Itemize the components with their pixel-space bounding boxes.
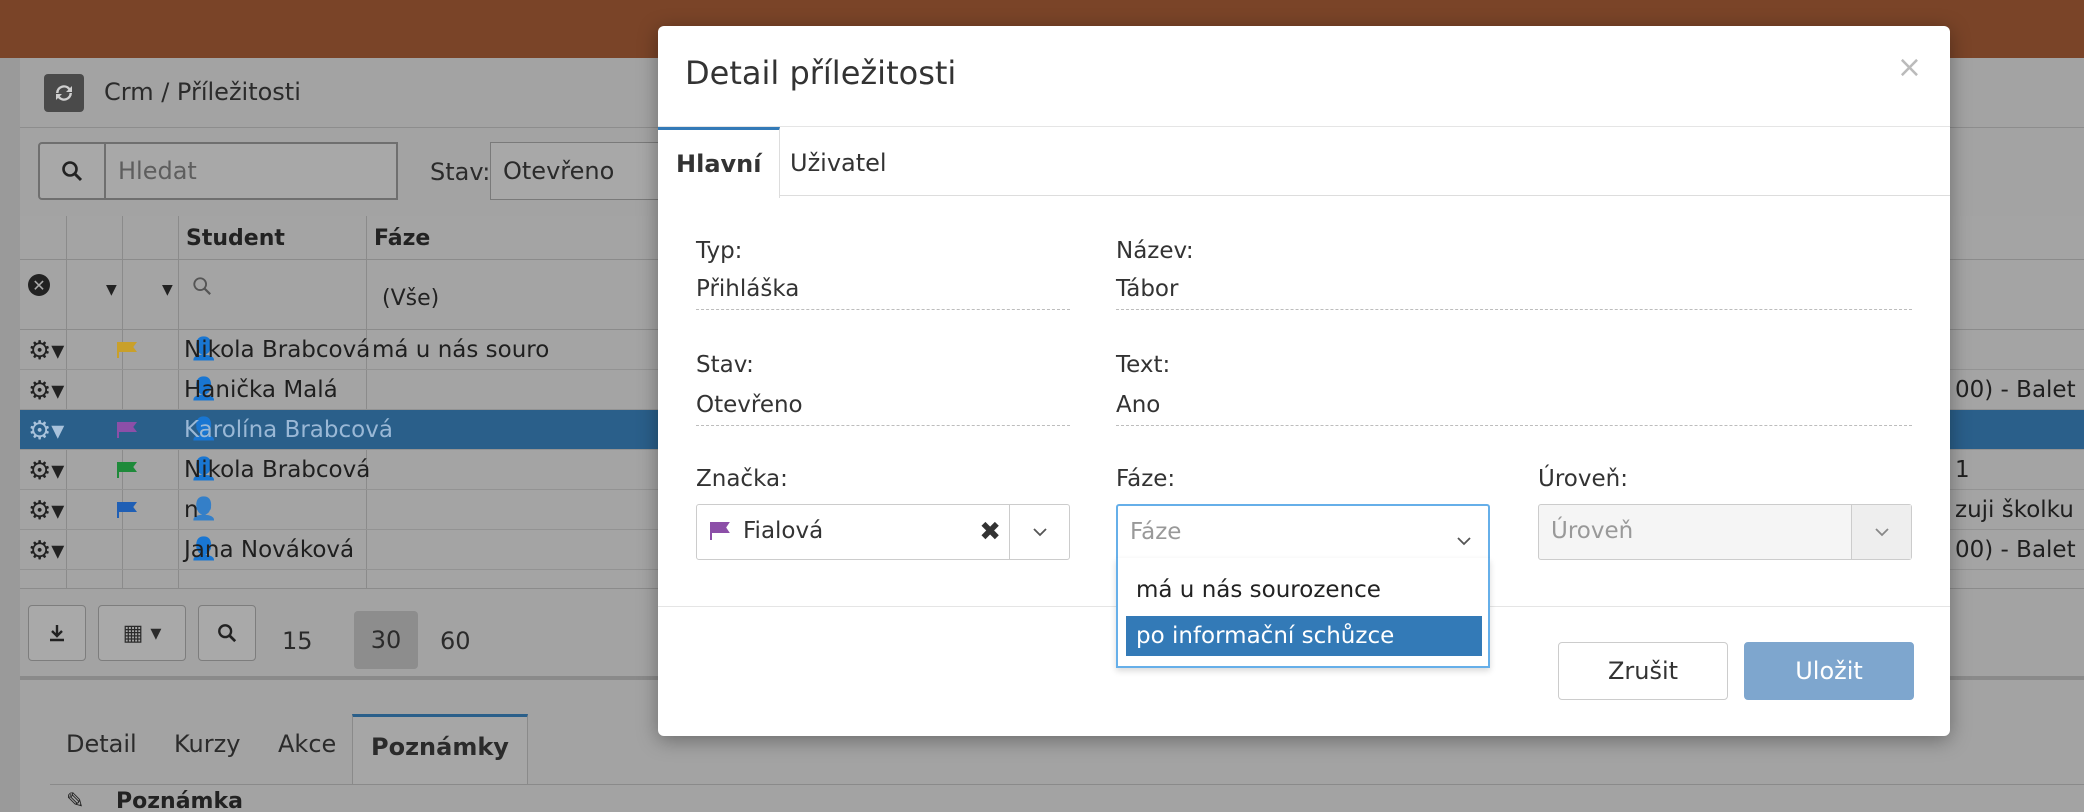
faze-cell: má u nás souro xyxy=(372,337,550,363)
typ-label: Typ: xyxy=(696,238,743,264)
search-icon xyxy=(62,161,83,182)
column-header-student[interactable]: Student xyxy=(186,226,285,251)
tab-detail[interactable]: Detail xyxy=(66,730,137,758)
notes-table-header: ✎ Poznámka xyxy=(50,784,2084,812)
breadcrumb: Crm / Příležitosti xyxy=(104,78,301,106)
modal-title: Detail příležitosti xyxy=(685,54,957,92)
chevron-down-icon[interactable] xyxy=(1851,505,1911,559)
clear-filter-icon[interactable]: ✕ xyxy=(28,274,50,296)
faze-placeholder: Fáze xyxy=(1130,519,1182,545)
text-value: Ano xyxy=(1116,386,1912,426)
clear-icon[interactable]: ✖ xyxy=(979,517,1001,547)
faze-option[interactable]: má u nás sourozence xyxy=(1126,570,1482,610)
faze-label: Fáze: xyxy=(1116,466,1176,492)
flag-icon xyxy=(116,459,138,478)
export-button[interactable] xyxy=(28,605,86,661)
znacka-combobox[interactable]: Fialová ✖ xyxy=(696,504,1070,560)
extra-cell: 1 xyxy=(1955,457,1970,483)
faze-dropdown-list: má u nás sourozence po informační schůzc… xyxy=(1116,558,1490,668)
row-gear-icon[interactable]: ⚙▾ xyxy=(28,336,64,366)
tab-uzivatel[interactable]: Uživatel xyxy=(772,127,905,197)
znacka-selected-value: Fialová xyxy=(743,518,824,544)
stav-value: Otevřeno xyxy=(696,386,1070,426)
refresh-button[interactable] xyxy=(44,74,84,112)
row-gear-icon[interactable]: ⚙▾ xyxy=(28,496,64,526)
edit-icon[interactable]: ✎ xyxy=(66,789,84,812)
row-gear-icon[interactable]: ⚙▾ xyxy=(28,456,64,486)
row-gear-icon[interactable]: ⚙▾ xyxy=(28,536,64,566)
flag-filter-chevron-icon[interactable]: ▼ xyxy=(106,282,117,298)
faze-filter-select[interactable]: (Vše) xyxy=(382,286,439,311)
download-icon xyxy=(50,625,64,642)
stav-filter-label: Stav: xyxy=(430,158,491,186)
student-cell: Jana Nováková xyxy=(184,537,355,563)
uroven-label: Úroveň: xyxy=(1538,466,1628,492)
faze-option-highlighted[interactable]: po informační schůzce xyxy=(1126,616,1482,656)
page-size-60[interactable]: 60 xyxy=(440,627,471,655)
save-button[interactable]: Uložit xyxy=(1744,642,1914,700)
student-cell: Nikola Brabcová xyxy=(184,337,371,363)
extra-cell: 00) - Balet - xyxy=(1955,537,2084,563)
refresh-icon xyxy=(56,85,72,101)
tab-kurzy[interactable]: Kurzy xyxy=(174,730,240,758)
student-cell: n xyxy=(184,497,199,523)
page-size-30[interactable]: 30 xyxy=(354,611,418,669)
student-filter-search-icon[interactable] xyxy=(192,276,212,296)
close-icon[interactable]: × xyxy=(1897,50,1922,85)
uroven-combobox[interactable]: Úroveň xyxy=(1538,504,1912,560)
search-button[interactable] xyxy=(38,142,106,200)
flag-icon xyxy=(116,499,138,518)
page-size-15[interactable]: 15 xyxy=(282,627,313,655)
modal-tabs: Hlavní Uživatel xyxy=(658,126,1950,198)
znacka-label: Značka: xyxy=(696,466,788,492)
flag-icon xyxy=(116,419,138,438)
pager-search-button[interactable] xyxy=(198,605,256,661)
stav-label: Stav: xyxy=(696,352,754,378)
column-header-poznamka: Poznámka xyxy=(116,789,243,812)
nazev-label: Název: xyxy=(1116,238,1194,264)
typ-value: Přihláška xyxy=(696,270,1070,310)
search-icon xyxy=(218,624,237,643)
columns-button[interactable]: ▦ ▾ xyxy=(98,605,186,661)
table-icon: ▦ ▾ xyxy=(122,620,162,646)
flag-icon xyxy=(116,339,138,358)
search-input[interactable]: Hledat xyxy=(106,142,398,200)
tab-poznamky[interactable]: Poznámky xyxy=(352,714,528,784)
person-filter-chevron-icon[interactable]: ▼ xyxy=(162,282,173,298)
column-header-faze[interactable]: Fáze xyxy=(374,226,430,251)
tab-hlavni[interactable]: Hlavní xyxy=(658,127,781,198)
chevron-down-icon[interactable] xyxy=(1456,526,1472,552)
student-cell: Karolína Brabcová xyxy=(184,417,393,443)
student-cell: Hanička Malá xyxy=(184,377,338,403)
row-gear-icon[interactable]: ⚙▾ xyxy=(28,416,64,446)
opportunity-detail-modal: Detail příležitosti × Hlavní Uživatel Ty… xyxy=(658,26,1950,736)
extra-cell: 00) - Balet - xyxy=(1955,377,2084,403)
chevron-down-icon[interactable] xyxy=(1009,505,1069,559)
student-cell: Nikola Brabcová xyxy=(184,457,371,483)
tab-akce[interactable]: Akce xyxy=(278,730,336,758)
uroven-placeholder: Úroveň xyxy=(1551,518,1634,544)
nazev-value: Tábor xyxy=(1116,270,1912,310)
flag-icon xyxy=(710,522,730,540)
faze-combobox[interactable]: Fáze xyxy=(1116,504,1490,560)
row-gear-icon[interactable]: ⚙▾ xyxy=(28,376,64,406)
text-label: Text: xyxy=(1116,352,1171,378)
extra-cell: zuji školku xyxy=(1955,497,2074,523)
cancel-button[interactable]: Zrušit xyxy=(1558,642,1728,700)
